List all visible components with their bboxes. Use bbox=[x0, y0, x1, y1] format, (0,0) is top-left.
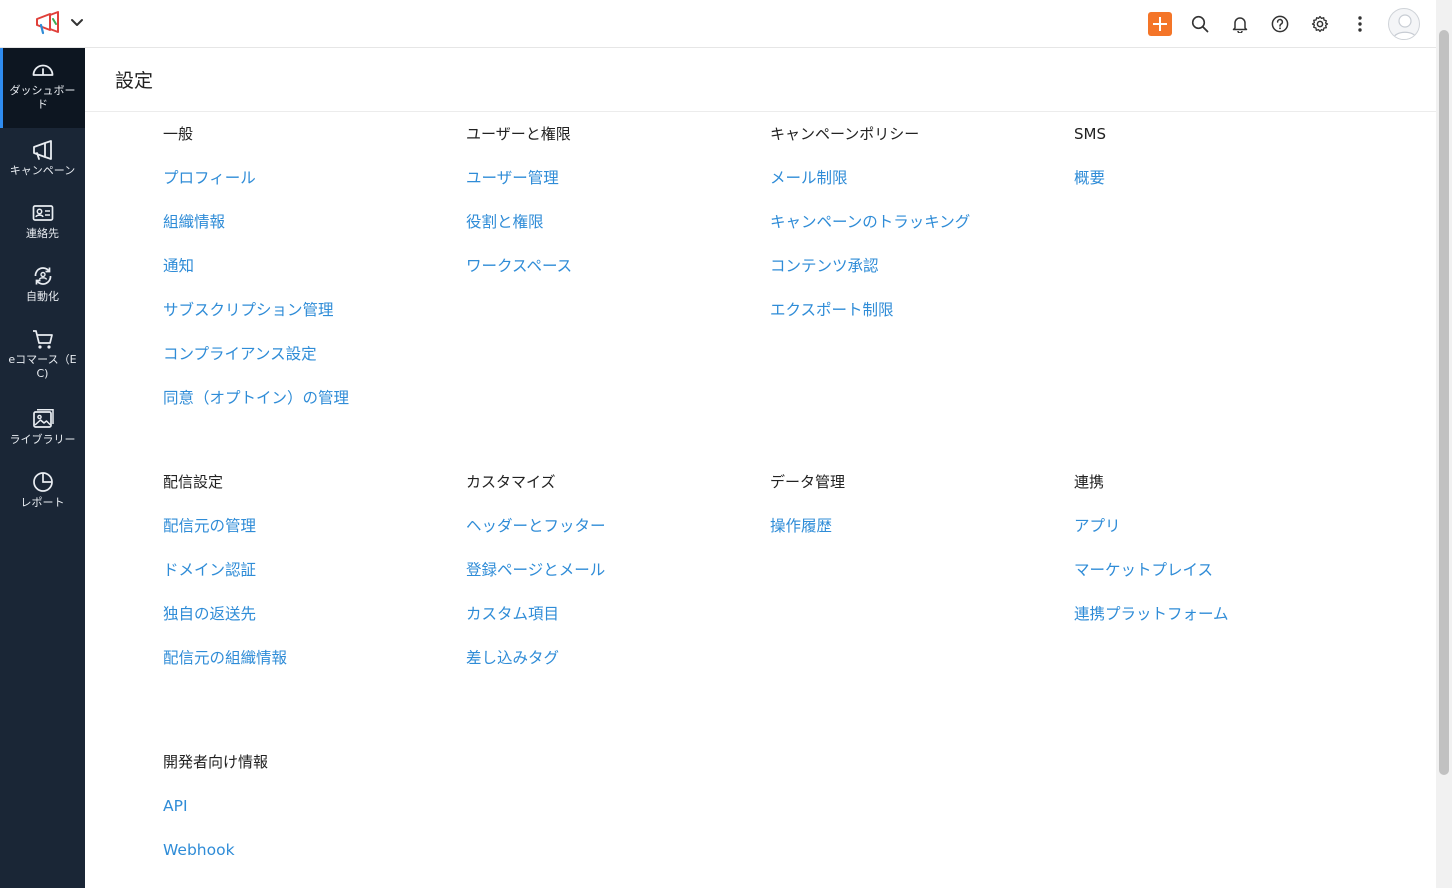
group-title: 配信設定 bbox=[163, 473, 224, 491]
group-title: データ管理 bbox=[770, 473, 846, 491]
settings-group-users: ユーザーと権限 ユーザー管理 役割と権限 ワークスペース bbox=[466, 112, 766, 288]
settings-group-delivery: 配信設定 配信元の管理 ドメイン認証 独自の返送先 配信元の組織情報 bbox=[163, 460, 463, 680]
settings-link-consent[interactable]: 同意（オプトイン）の管理 bbox=[163, 376, 463, 420]
group-title: 一般 bbox=[163, 125, 194, 143]
settings-link-compliance[interactable]: コンプライアンス設定 bbox=[163, 332, 463, 376]
settings-group-general: 一般 プロフィール 組織情報 通知 サブスクリプション管理 コンプライアンス設定… bbox=[163, 112, 463, 420]
contact-card-icon bbox=[31, 201, 55, 225]
settings-link-webhook[interactable]: Webhook bbox=[163, 828, 463, 872]
page-header: 設定 bbox=[85, 48, 1436, 112]
top-actions bbox=[1140, 8, 1420, 40]
settings-link-content-approval[interactable]: コンテンツ承認 bbox=[770, 244, 1070, 288]
search-button[interactable] bbox=[1180, 8, 1220, 40]
sidebar-item-reports[interactable]: レポート bbox=[0, 460, 85, 523]
sidebar-item-label: ライブラリー bbox=[9, 433, 76, 446]
cart-icon bbox=[31, 327, 55, 351]
settings-link-profile[interactable]: プロフィール bbox=[163, 156, 463, 200]
group-title: 連携 bbox=[1074, 473, 1105, 491]
settings-link-merge-tags[interactable]: 差し込みタグ bbox=[466, 636, 766, 680]
group-title: カスタマイズ bbox=[466, 473, 556, 491]
settings-link-custom-return-path[interactable]: 独自の返送先 bbox=[163, 592, 463, 636]
settings-link-sms-overview[interactable]: 概要 bbox=[1074, 156, 1374, 200]
sidebar-item-label: レポート bbox=[20, 496, 65, 509]
settings-group-campaign-policy: キャンペーンポリシー メール制限 キャンペーンのトラッキング コンテンツ承認 エ… bbox=[770, 112, 1070, 332]
megaphone-icon bbox=[31, 138, 55, 162]
plus-icon bbox=[1148, 12, 1172, 36]
settings-link-api[interactable]: API bbox=[163, 784, 463, 828]
settings-link-user-management[interactable]: ユーザー管理 bbox=[466, 156, 766, 200]
settings-link-workspaces[interactable]: ワークスペース bbox=[466, 244, 766, 288]
sidebar-item-label: キャンペーン bbox=[9, 164, 76, 177]
sidebar-item-campaigns[interactable]: キャンペーン bbox=[0, 128, 85, 191]
settings-link-email-limits[interactable]: メール制限 bbox=[770, 156, 1070, 200]
settings-link-org-info[interactable]: 組織情報 bbox=[163, 200, 463, 244]
settings-link-activity-log[interactable]: 操作履歴 bbox=[770, 504, 1070, 548]
settings-link-integration-platform[interactable]: 連携プラットフォーム bbox=[1074, 592, 1374, 636]
settings-group-developers: 開発者向け情報 API Webhook bbox=[163, 740, 463, 872]
sidebar-item-library[interactable]: ライブラリー bbox=[0, 397, 85, 460]
settings-link-marketplace[interactable]: マーケットプレイス bbox=[1074, 548, 1374, 592]
group-title: SMS bbox=[1074, 125, 1106, 143]
more-button[interactable] bbox=[1340, 8, 1380, 40]
scrollbar-thumb[interactable] bbox=[1439, 30, 1449, 775]
settings-link-notifications[interactable]: 通知 bbox=[163, 244, 463, 288]
settings-link-subscription[interactable]: サブスクリプション管理 bbox=[163, 288, 463, 332]
settings-link-signup-pages[interactable]: 登録ページとメール bbox=[466, 548, 766, 592]
search-icon bbox=[1191, 15, 1209, 33]
settings-group-customize: カスタマイズ ヘッダーとフッター 登録ページとメール カスタム項目 差し込みタグ bbox=[466, 460, 766, 680]
add-button[interactable] bbox=[1140, 8, 1180, 40]
page-title: 設定 bbox=[115, 70, 154, 92]
automation-icon bbox=[31, 264, 55, 288]
more-vertical-icon bbox=[1358, 16, 1362, 32]
sidebar-item-label: 自動化 bbox=[26, 290, 59, 303]
app-switcher[interactable] bbox=[34, 10, 84, 36]
sidebar-item-dashboard[interactable]: ダッシュボード bbox=[0, 48, 85, 128]
settings-group-sms: SMS 概要 bbox=[1074, 112, 1374, 200]
group-title: キャンペーンポリシー bbox=[770, 125, 920, 143]
settings-link-export-limits[interactable]: エクスポート制限 bbox=[770, 288, 1070, 332]
sidebar-item-label: 連絡先 bbox=[26, 227, 59, 240]
sidebar-item-automation[interactable]: 自動化 bbox=[0, 254, 85, 317]
sidebar: ダッシュボード キャンペーン 連絡先 自動化 eコマース（EC) ライブラリー … bbox=[0, 48, 85, 888]
campaigns-logo-icon bbox=[36, 11, 59, 35]
image-library-icon bbox=[31, 407, 55, 431]
settings-link-sender-management[interactable]: 配信元の管理 bbox=[163, 504, 463, 548]
pie-chart-icon bbox=[31, 470, 55, 494]
user-avatar-icon bbox=[1392, 14, 1418, 39]
settings-group-data-management: データ管理 操作履歴 bbox=[770, 460, 1070, 548]
group-title: 開発者向け情報 bbox=[163, 753, 269, 771]
group-title: ユーザーと権限 bbox=[466, 125, 571, 143]
settings-link-domain-auth[interactable]: ドメイン認証 bbox=[163, 548, 463, 592]
chevron-down-icon bbox=[71, 19, 83, 26]
settings-link-header-footer[interactable]: ヘッダーとフッター bbox=[466, 504, 766, 548]
help-button[interactable] bbox=[1260, 8, 1300, 40]
avatar[interactable] bbox=[1388, 8, 1420, 40]
settings-link-apps[interactable]: アプリ bbox=[1074, 504, 1374, 548]
gear-icon bbox=[1311, 15, 1329, 33]
sidebar-item-contacts[interactable]: 連絡先 bbox=[0, 191, 85, 254]
help-icon bbox=[1271, 15, 1289, 33]
settings-link-roles[interactable]: 役割と権限 bbox=[466, 200, 766, 244]
bell-icon bbox=[1232, 17, 1248, 33]
settings-group-integrations: 連携 アプリ マーケットプレイス 連携プラットフォーム bbox=[1074, 460, 1374, 636]
dashboard-icon bbox=[31, 58, 55, 82]
page-scrollbar[interactable] bbox=[1436, 0, 1452, 888]
sidebar-item-label: eコマース（EC) bbox=[8, 353, 77, 380]
notifications-button[interactable] bbox=[1220, 8, 1260, 40]
settings-link-sender-org-info[interactable]: 配信元の組織情報 bbox=[163, 636, 463, 680]
settings-link-campaign-tracking[interactable]: キャンペーンのトラッキング bbox=[770, 200, 1070, 244]
top-bar bbox=[0, 0, 1436, 48]
sidebar-item-ecommerce[interactable]: eコマース（EC) bbox=[0, 317, 85, 397]
settings-link-custom-fields[interactable]: カスタム項目 bbox=[466, 592, 766, 636]
sidebar-item-label: ダッシュボード bbox=[9, 84, 76, 111]
settings-button[interactable] bbox=[1300, 8, 1340, 40]
